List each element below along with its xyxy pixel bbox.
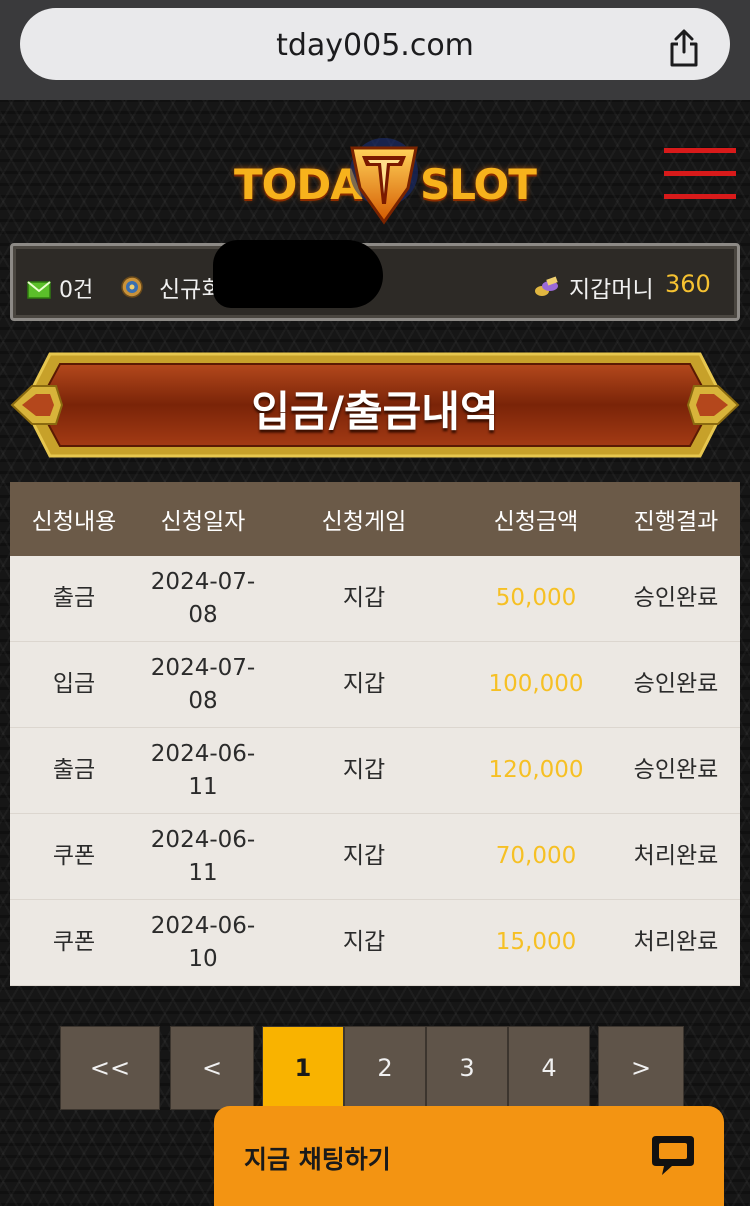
column-header-type: 신청내용 [31,509,117,535]
mail-icon[interactable] [27,281,51,299]
cell-game: 지갑 [342,671,386,697]
cell-amount: 100,000 [488,671,584,697]
cell-amount: 15,000 [495,929,577,955]
share-icon[interactable] [666,28,702,68]
page-title: 입금/출금내역 [251,387,499,436]
table-row: 출금 2024-07-08 지갑 50,000 승인완료 [10,556,740,642]
wallet-label: 지갑머니 [569,277,654,303]
column-header-result: 진행결과 [633,509,719,535]
cell-amount: 70,000 [495,843,577,869]
user-info-bar: 0건 신규회 지갑머니 360 [10,240,740,321]
cell-type: 쿠폰 [52,843,96,869]
chat-now-button[interactable]: 지금 채팅하기 [214,1106,724,1206]
browser-bar: tday005.com [0,0,750,100]
chat-bubble-icon [652,1136,694,1175]
site-logo[interactable]: TODAY SLOT [232,132,537,228]
hamburger-menu-icon[interactable] [664,148,736,200]
cell-result: 승인완료 [633,585,719,611]
page-prev-button[interactable]: < [170,1026,254,1110]
pagination: << < 1 2 3 4 > [0,1026,750,1110]
logo-emblem-icon [350,138,418,225]
cell-date: 2024-07-08 [150,568,256,628]
message-count[interactable]: 0건 [59,272,93,304]
cell-game: 지갑 [342,929,386,955]
column-header-date: 신청일자 [160,509,246,535]
wallet-balance: 360 [665,270,711,298]
page-4-button[interactable]: 4 [508,1026,590,1110]
cell-type: 출금 [52,757,96,783]
cell-date: 2024-06-11 [150,740,256,800]
redacted-area [213,240,383,308]
page-next-button[interactable]: > [598,1026,684,1110]
page-2-button[interactable]: 2 [344,1026,426,1110]
table-row: 입금 2024-07-08 지갑 100,000 승인완료 [10,642,740,728]
cell-type: 쿠폰 [52,929,96,955]
cell-result: 승인완료 [633,757,719,783]
cell-date: 2024-06-10 [150,912,256,972]
table-row: 쿠폰 2024-06-10 지갑 15,000 처리완료 [10,900,740,986]
cell-result: 승인완료 [633,671,719,697]
table-row: 쿠폰 2024-06-11 지갑 70,000 처리완료 [10,814,740,900]
column-header-game: 신청게임 [321,509,407,535]
cell-game: 지갑 [342,757,386,783]
url-text: tday005.com [276,28,474,63]
table-row: 출금 2024-06-11 지갑 120,000 승인완료 [10,728,740,814]
cell-type: 입금 [52,671,96,697]
cell-type: 출금 [52,585,96,611]
level-coin-icon [121,276,143,298]
cell-date: 2024-06-11 [150,826,256,886]
table-header-row: 신청내용 신청일자 신청게임 신청금액 진행결과 [10,482,740,556]
cell-result: 처리완료 [633,929,719,955]
cell-game: 지갑 [342,585,386,611]
transaction-table: 신청내용 신청일자 신청게임 신청금액 진행결과 출금 2024-07-08 지… [10,482,740,986]
cell-amount: 120,000 [488,757,584,783]
cell-game: 지갑 [342,843,386,869]
page-title-banner: 입금/출금내역 [10,350,740,460]
page-3-button[interactable]: 3 [426,1026,508,1110]
wallet-money-icon [535,276,558,296]
chat-label: 지금 채팅하기 [244,1145,391,1174]
logo-text-slot: SLOT [420,160,537,209]
cell-amount: 50,000 [495,585,577,611]
cell-date: 2024-07-08 [150,654,256,714]
page-1-button[interactable]: 1 [262,1026,344,1110]
column-header-amount: 신청금액 [493,509,579,535]
address-bar[interactable]: tday005.com [20,8,730,80]
cell-result: 처리완료 [633,843,719,869]
page-first-button[interactable]: << [60,1026,160,1110]
